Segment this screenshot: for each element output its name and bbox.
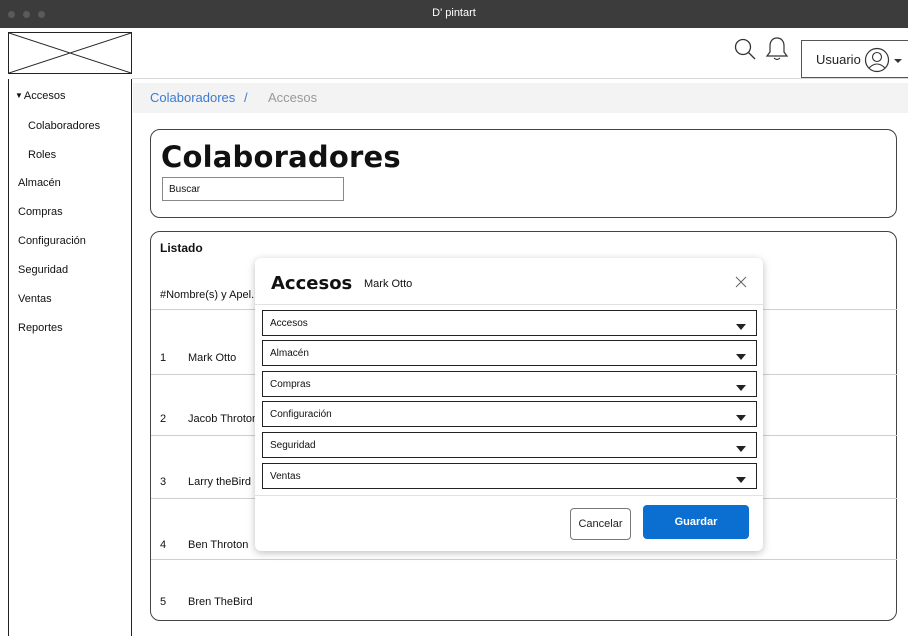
close-icon[interactable]: [734, 275, 748, 289]
user-label: Usuario: [816, 52, 861, 67]
caret-down-icon: ▼: [15, 91, 23, 100]
select-accesos[interactable]: Accesos: [262, 310, 757, 336]
logo-placeholder: [8, 32, 132, 74]
select-seguridad[interactable]: Seguridad: [262, 432, 757, 458]
sidebar: ▼Accesos Colaboradores Roles Almacén Com…: [8, 79, 132, 636]
user-avatar-icon: [864, 47, 890, 76]
caret-down-icon: [736, 352, 746, 363]
page-title: Colaboradores: [161, 140, 401, 174]
sidebar-item-reportes[interactable]: Reportes: [18, 322, 63, 334]
row-name: Jacob Throton: [188, 413, 259, 425]
breadcrumb-link-colaboradores[interactable]: Colaboradores: [150, 90, 235, 105]
sidebar-item-roles[interactable]: Roles: [28, 149, 56, 161]
window-titlebar: D' pintart: [0, 0, 908, 28]
caret-down-icon: [736, 413, 746, 424]
select-compras[interactable]: Compras: [262, 371, 757, 397]
row-name: Ben Throton: [188, 539, 249, 551]
sidebar-item-configuracion[interactable]: Configuración: [18, 235, 86, 247]
search-input[interactable]: [162, 177, 344, 201]
table-row[interactable]: 5 Bren TheBird: [151, 596, 897, 616]
select-label: Accesos: [270, 318, 308, 329]
search-icon[interactable]: [733, 37, 757, 66]
caret-down-icon: [736, 383, 746, 394]
select-label: Configuración: [270, 409, 332, 420]
row-name: Mark Otto: [188, 352, 237, 364]
row-name: Bren TheBird: [188, 596, 253, 608]
user-menu-caret-icon[interactable]: [893, 52, 903, 70]
modal-footer-divider: [255, 495, 763, 496]
page-header-card: Colaboradores: [150, 129, 897, 218]
save-button[interactable]: Guardar: [643, 505, 749, 539]
row-number: 3: [160, 476, 167, 488]
select-label: Seguridad: [270, 440, 316, 451]
caret-down-icon: [736, 444, 746, 455]
row-number: 5: [160, 596, 167, 608]
caret-down-icon: [736, 322, 746, 333]
accesos-modal: Accesos Mark Otto Accesos Almacén Compra…: [255, 258, 763, 551]
list-title: Listado: [160, 241, 203, 255]
modal-subtitle: Mark Otto: [364, 278, 413, 290]
sidebar-item-almacen[interactable]: Almacén: [18, 177, 61, 189]
sidebar-item-label: Accesos: [23, 90, 66, 102]
select-label: Compras: [270, 379, 311, 390]
window-title: D' pintart: [432, 7, 476, 19]
select-almacen[interactable]: Almacén: [262, 340, 757, 366]
select-label: Almacén: [270, 348, 309, 359]
cancel-button[interactable]: Cancelar: [570, 508, 631, 540]
modal-title: Accesos: [271, 273, 353, 294]
sidebar-item-compras[interactable]: Compras: [18, 206, 63, 218]
row-number: 1: [160, 352, 167, 364]
row-number: 2: [160, 413, 167, 425]
breadcrumb-separator: /: [244, 90, 248, 105]
modal-header-divider: [255, 304, 763, 305]
breadcrumb-current: Accesos: [268, 90, 318, 105]
row-number: 4: [160, 539, 167, 551]
sidebar-item-seguridad[interactable]: Seguridad: [18, 264, 68, 276]
select-label: Ventas: [270, 471, 301, 482]
list-column-header: #Nombre(s) y Apel...: [160, 289, 261, 301]
breadcrumb: Colaboradores / Accesos: [133, 83, 908, 113]
sidebar-item-accesos[interactable]: ▼Accesos: [15, 90, 66, 102]
row-divider: [151, 559, 897, 560]
sidebar-item-ventas[interactable]: Ventas: [18, 293, 52, 305]
select-configuracion[interactable]: Configuración: [262, 401, 757, 427]
caret-down-icon: [736, 475, 746, 486]
row-name: Larry theBird: [188, 476, 251, 488]
bell-icon[interactable]: [765, 36, 789, 67]
user-menu-button[interactable]: Usuario: [801, 40, 908, 78]
header-divider: [132, 78, 908, 79]
sidebar-item-colaboradores[interactable]: Colaboradores: [28, 120, 100, 132]
select-ventas[interactable]: Ventas: [262, 463, 757, 489]
